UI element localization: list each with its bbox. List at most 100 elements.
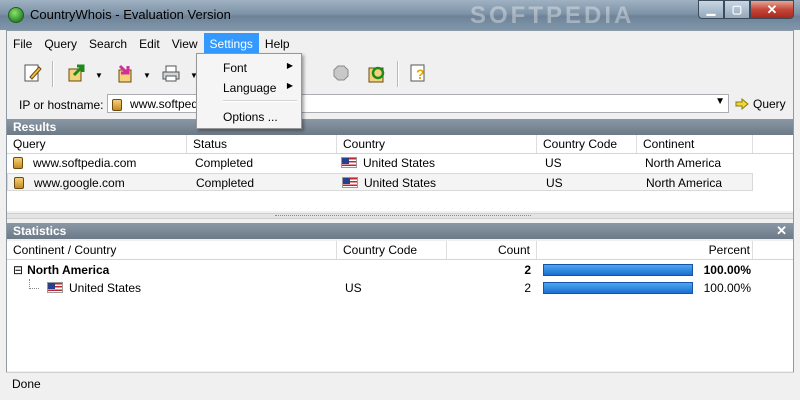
table-row[interactable]: ⊟ North America 2 100.00% <box>7 261 793 279</box>
new-query-button[interactable] <box>19 59 47 87</box>
menu-item-font[interactable]: Font ▶ <box>199 58 299 76</box>
menu-item-options[interactable]: Options ... <box>199 107 299 125</box>
stat-country-code <box>339 261 345 279</box>
import-arrow-icon <box>118 64 132 83</box>
app-globe-icon <box>8 7 24 23</box>
column-header-country-code[interactable]: Country Code <box>537 135 637 153</box>
result-country-code: US <box>546 176 563 190</box>
result-country: United States <box>364 176 437 190</box>
table-row[interactable]: www.softpedia.com Completed United State… <box>7 154 793 172</box>
stat-percent: 100.00% <box>703 281 751 295</box>
menu-bar: File Query Search Edit View Settings Hel… <box>7 33 296 55</box>
us-flag-icon <box>342 177 358 188</box>
refresh-button[interactable] <box>363 59 391 87</box>
help-icon: ? <box>410 64 425 82</box>
results-panel-header: Results <box>7 119 793 135</box>
stop-icon <box>333 65 349 81</box>
percent-bar <box>543 264 693 276</box>
toolbar: ▼ ▼ ▼ ? <box>7 57 793 91</box>
export-dropdown-arrow[interactable]: ▼ <box>95 71 103 80</box>
database-icon <box>14 177 24 189</box>
percent-bar <box>543 282 693 294</box>
menu-query[interactable]: Query <box>38 33 83 55</box>
close-button[interactable]: ✕ <box>750 0 794 19</box>
column-header-count[interactable]: Count <box>447 241 537 259</box>
panel-splitter[interactable] <box>7 213 793 219</box>
column-header-continent-country[interactable]: Continent / Country <box>7 241 337 259</box>
printer-icon <box>162 65 180 82</box>
result-query: www.softpedia.com <box>33 156 137 170</box>
maximize-button[interactable]: ▢ <box>724 0 750 19</box>
minimize-button[interactable]: ▁ <box>698 0 724 19</box>
close-panel-icon[interactable]: ✕ <box>776 223 787 239</box>
title-bar[interactable]: CountryWhois - Evaluation Version SOFTPE… <box>0 0 800 30</box>
statistics-table: Continent / Country Country Code Count P… <box>7 241 793 371</box>
us-flag-icon <box>341 157 357 168</box>
statistics-panel-header: Statistics ✕ <box>7 223 793 239</box>
import-button[interactable] <box>111 59 139 87</box>
menu-item-language[interactable]: Language ▶ <box>199 78 299 96</box>
toolbar-separator <box>52 61 54 87</box>
us-flag-icon <box>47 282 63 293</box>
address-label: IP or hostname: <box>19 98 104 112</box>
stat-count: 2 <box>524 263 531 277</box>
stat-country-name: United States <box>69 281 142 295</box>
menu-help[interactable]: Help <box>259 33 296 55</box>
app-window: CountryWhois - Evaluation Version SOFTPE… <box>0 0 800 400</box>
caption-buttons: ▁ ▢ ✕ <box>698 0 794 19</box>
menu-settings[interactable]: Settings <box>203 33 259 55</box>
results-header-row: Query Status Country Country Code Contin… <box>7 135 793 154</box>
menu-search[interactable]: Search <box>83 33 133 55</box>
svg-text:?: ? <box>416 66 425 82</box>
table-row[interactable]: www.google.com Completed United States U… <box>7 173 753 191</box>
result-country-code: US <box>545 156 562 170</box>
print-button[interactable] <box>157 59 185 87</box>
edit-document-icon <box>24 64 42 82</box>
menu-separator <box>223 100 297 102</box>
address-bar: IP or hostname: www.softpedia.com ▼ Quer… <box>7 91 793 117</box>
chevron-down-icon[interactable]: ▼ <box>715 96 725 107</box>
tree-connector <box>29 279 39 289</box>
toolbar-separator <box>397 61 399 87</box>
menu-item-font-label: Font <box>223 61 248 75</box>
result-status: Completed <box>196 176 255 190</box>
table-row[interactable]: United States US 2 100.00% <box>7 279 793 297</box>
settings-dropdown-menu: Font ▶ Language ▶ Options ... <box>196 53 302 129</box>
submenu-arrow-icon: ▶ <box>286 81 293 90</box>
stop-button[interactable] <box>327 59 355 87</box>
database-icon <box>112 98 122 111</box>
collapse-tree-icon[interactable]: ⊟ <box>13 263 23 277</box>
column-header-country-code[interactable]: Country Code <box>337 241 447 259</box>
column-header-status[interactable]: Status <box>187 135 337 153</box>
refresh-icon <box>368 66 385 83</box>
results-title: Results <box>13 120 57 134</box>
result-query: www.google.com <box>34 176 125 190</box>
result-country: United States <box>363 156 436 170</box>
column-header-percent[interactable]: Percent <box>537 241 753 259</box>
statistics-header-row: Continent / Country Country Code Count P… <box>7 241 793 260</box>
window-title: CountryWhois - Evaluation Version <box>30 7 231 22</box>
export-button[interactable] <box>63 59 91 87</box>
submenu-arrow-icon: ▶ <box>286 61 293 70</box>
menu-edit[interactable]: Edit <box>133 33 166 55</box>
client-area: File Query Search Edit View Settings Hel… <box>6 30 794 394</box>
query-button[interactable]: Query <box>733 94 791 114</box>
column-header-country[interactable]: Country <box>337 135 537 153</box>
statistics-title: Statistics <box>13 224 67 238</box>
status-bar: Done <box>6 372 794 395</box>
watermark-text: SOFTPEDIA <box>470 2 635 29</box>
menu-file[interactable]: File <box>7 33 38 55</box>
import-dropdown-arrow[interactable]: ▼ <box>143 71 151 80</box>
result-continent: North America <box>645 156 722 170</box>
menu-item-options-label: Options ... <box>223 110 278 124</box>
help-button[interactable]: ? <box>405 59 433 87</box>
stat-percent: 100.00% <box>703 263 751 277</box>
column-header-continent[interactable]: Continent <box>637 135 753 153</box>
stat-continent-name: North America <box>27 263 110 277</box>
splitter-grip[interactable] <box>275 215 531 218</box>
column-header-query[interactable]: Query <box>7 135 187 153</box>
stat-country-code: US <box>345 281 362 295</box>
result-continent: North America <box>646 176 723 190</box>
menu-view[interactable]: View <box>166 33 204 55</box>
stat-count: 2 <box>524 281 531 295</box>
